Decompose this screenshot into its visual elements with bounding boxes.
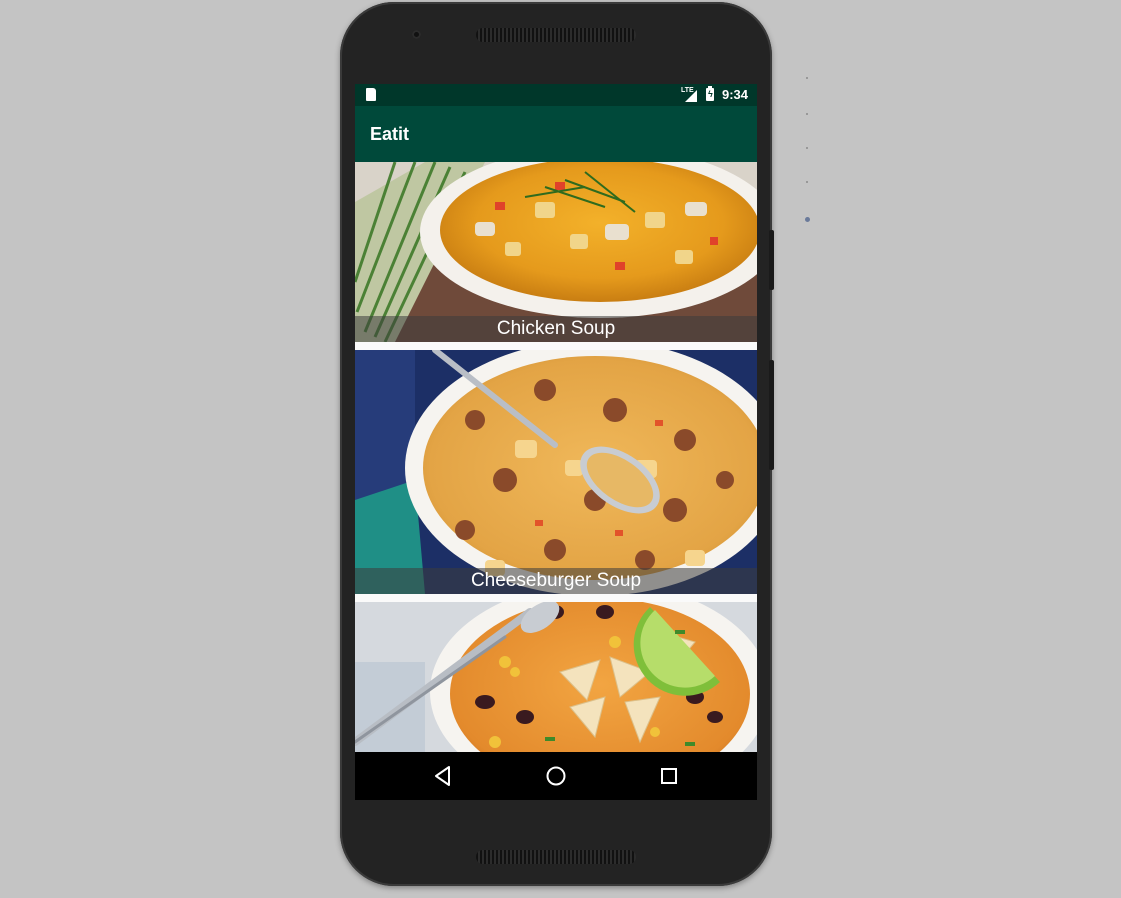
menu-item-cheeseburger-soup[interactable]: Cheeseburger Soup — [355, 350, 757, 594]
app-toolbar: Eatit — [355, 106, 757, 162]
battery-charging-icon: ϟ — [706, 86, 714, 101]
app-title: Eatit — [370, 124, 410, 144]
system-navigation-bar — [355, 752, 757, 800]
recents-button[interactable] — [657, 764, 681, 788]
menu-item-chicken-soup[interactable]: Chicken Soup — [355, 162, 757, 342]
bottom-speaker — [476, 850, 636, 864]
status-bar: LTE ϟ 9:34 — [355, 84, 757, 106]
recents-icon — [661, 768, 677, 784]
toolbar-dot[interactable] — [806, 181, 808, 183]
sd-card-icon — [366, 88, 376, 101]
earpiece-speaker — [476, 28, 636, 42]
signal-icon — [685, 90, 697, 102]
power-button[interactable] — [769, 230, 774, 290]
volume-rocker[interactable] — [769, 360, 774, 470]
device-screen: LTE ϟ 9:34 Eatit Chicken Soup Cheeseburg… — [355, 84, 757, 800]
back-button[interactable] — [431, 764, 455, 788]
status-clock: 9:34 — [721, 87, 748, 102]
toolbar-dot[interactable] — [806, 77, 808, 79]
toolbar-dot[interactable] — [806, 147, 808, 149]
menu-list[interactable]: Chicken Soup Cheeseburger Soup — [355, 162, 757, 752]
chicken-soup-image — [355, 162, 757, 342]
menu-item-name: Chicken Soup — [355, 316, 757, 342]
toolbar-dot[interactable] — [806, 113, 808, 115]
emulator-stage: LTE ϟ 9:34 Eatit Chicken Soup Cheeseburg… — [0, 0, 1121, 898]
home-button[interactable] — [544, 764, 568, 788]
front-camera — [412, 30, 421, 39]
tortilla-soup-image — [355, 602, 757, 752]
menu-item-tortilla-soup[interactable] — [355, 602, 757, 752]
menu-item-name: Cheeseburger Soup — [355, 568, 757, 594]
back-icon — [435, 766, 450, 786]
home-icon — [546, 766, 566, 786]
cheeseburger-soup-image — [355, 350, 757, 594]
toolbar-dot[interactable] — [805, 217, 810, 222]
